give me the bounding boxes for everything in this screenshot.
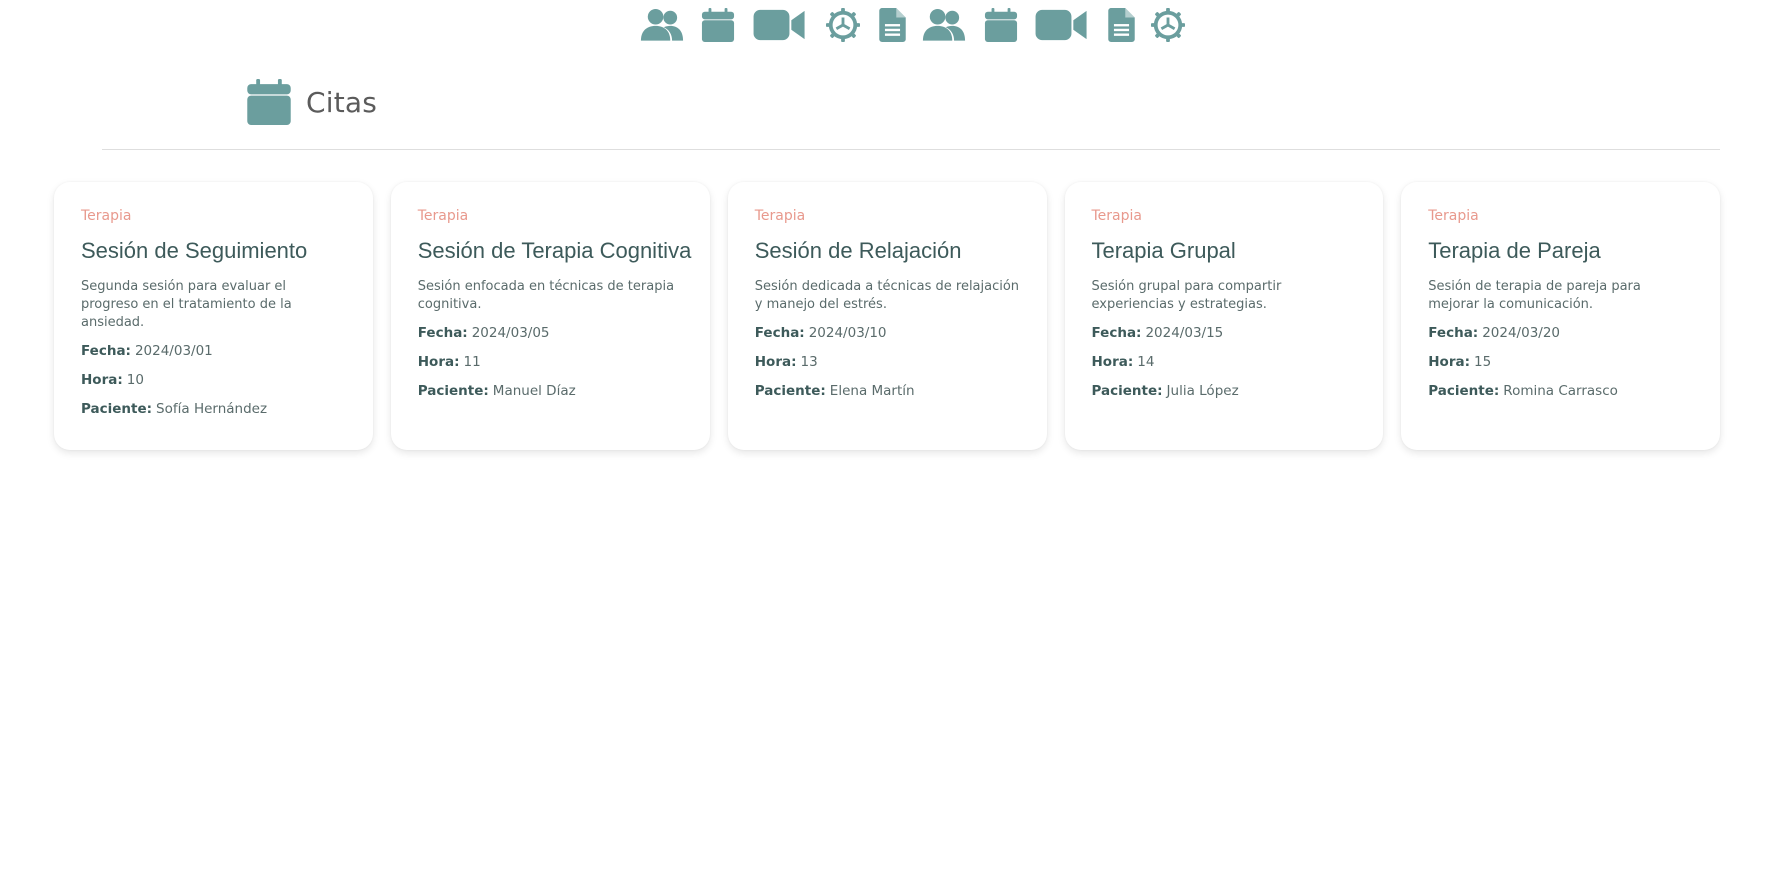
appointment-patient: Paciente: Sofía Hernández bbox=[81, 400, 346, 418]
patient-label: Paciente: bbox=[417, 383, 489, 399]
appointment-title: Sesión de Seguimiento bbox=[81, 238, 308, 263]
gear-icon[interactable] bbox=[1151, 5, 1185, 45]
appointment-card[interactable]: Terapia Terapia Grupal Sesión grupal par… bbox=[1064, 182, 1384, 450]
date-value: 2024/03/20 bbox=[1482, 325, 1561, 341]
time-value: 15 bbox=[1474, 354, 1492, 370]
appointment-card[interactable]: Terapia Sesión de Terapia Cognitiva Sesi… bbox=[390, 182, 710, 450]
calendar-icon[interactable] bbox=[701, 5, 735, 45]
appointment-patient: Paciente: Manuel Díaz bbox=[418, 382, 683, 400]
patient-label: Paciente: bbox=[754, 383, 826, 399]
time-label: Hora: bbox=[754, 354, 797, 370]
patient-value: Manuel Díaz bbox=[492, 383, 576, 399]
appointment-date: Fecha: 2024/03/01 bbox=[81, 342, 346, 360]
date-label: Fecha: bbox=[1428, 325, 1479, 341]
appointment-description: Sesión de terapia de pareja para mejorar… bbox=[1428, 279, 1641, 312]
appointment-category: Terapia bbox=[1091, 208, 1142, 224]
appointment-category: Terapia bbox=[754, 208, 806, 224]
patient-value: Elena Martín bbox=[829, 383, 915, 399]
appointment-card[interactable]: Terapia Terapia de Pareja Sesión de tera… bbox=[1401, 182, 1720, 450]
appointment-date: Fecha: 2024/03/20 bbox=[1428, 324, 1693, 342]
header-divider bbox=[102, 149, 1720, 150]
appointments-list: Terapia Sesión de Seguimiento Segunda se… bbox=[54, 182, 1720, 450]
page-header: Citas bbox=[246, 78, 377, 126]
time-value: 13 bbox=[800, 354, 818, 370]
appointment-time: Hora: 11 bbox=[418, 353, 683, 371]
date-value: 2024/03/15 bbox=[1145, 325, 1224, 341]
appointment-time: Hora: 10 bbox=[81, 371, 346, 389]
time-value: 11 bbox=[463, 354, 481, 370]
patient-label: Paciente: bbox=[1428, 383, 1500, 399]
appointment-date: Fecha: 2024/03/10 bbox=[755, 324, 1020, 342]
date-value: 2024/03/10 bbox=[808, 325, 887, 341]
patient-value: Julia López bbox=[1166, 383, 1239, 399]
appointment-title: Terapia Grupal bbox=[1091, 238, 1236, 263]
calendar-icon[interactable] bbox=[984, 5, 1018, 45]
appointment-description: Sesión dedicada a técnicas de relajación… bbox=[754, 279, 1020, 312]
date-value: 2024/03/05 bbox=[471, 325, 550, 341]
appointment-time: Hora: 13 bbox=[755, 353, 1020, 371]
time-value: 14 bbox=[1137, 354, 1155, 370]
users-icon[interactable] bbox=[922, 5, 966, 45]
patient-value: Romina Carrasco bbox=[1503, 383, 1618, 399]
appointment-title: Sesión de Relajación bbox=[754, 238, 962, 263]
appointment-title: Sesión de Terapia Cognitiva bbox=[417, 238, 692, 263]
appointment-card[interactable]: Terapia Sesión de Seguimiento Segunda se… bbox=[54, 182, 373, 450]
time-value: 10 bbox=[126, 372, 144, 388]
patient-value: Sofía Hernández bbox=[156, 401, 268, 417]
appointment-time: Hora: 14 bbox=[1092, 353, 1357, 371]
appointment-category: Terapia bbox=[81, 208, 132, 224]
document-icon[interactable] bbox=[879, 5, 906, 45]
patient-label: Paciente: bbox=[1091, 383, 1163, 399]
date-label: Fecha: bbox=[754, 325, 805, 341]
gear-icon[interactable] bbox=[826, 5, 860, 45]
appointment-description: Sesión grupal para compartir experiencia… bbox=[1091, 279, 1282, 312]
top-nav bbox=[0, 5, 1784, 45]
time-label: Hora: bbox=[1091, 354, 1134, 370]
appointment-description: Sesión enfocada en técnicas de terapia c… bbox=[417, 279, 675, 312]
page-title: Citas bbox=[306, 85, 378, 119]
appointment-patient: Paciente: Elena Martín bbox=[755, 382, 1020, 400]
appointment-time: Hora: 15 bbox=[1428, 353, 1693, 371]
time-label: Hora: bbox=[1428, 354, 1470, 370]
calendar-icon bbox=[246, 79, 292, 125]
date-label: Fecha: bbox=[1091, 325, 1142, 341]
date-label: Fecha: bbox=[417, 325, 468, 341]
appointment-category: Terapia bbox=[417, 208, 469, 224]
document-icon[interactable] bbox=[1108, 5, 1135, 45]
patient-label: Paciente: bbox=[81, 401, 153, 417]
video-icon[interactable] bbox=[1035, 5, 1089, 45]
appointment-date: Fecha: 2024/03/15 bbox=[1092, 324, 1357, 342]
video-icon[interactable] bbox=[753, 5, 807, 45]
appointment-description: Segunda sesión para evaluar el progreso … bbox=[81, 279, 292, 330]
appointment-patient: Paciente: Julia López bbox=[1092, 382, 1357, 400]
appointment-card[interactable]: Terapia Sesión de Relajación Sesión dedi… bbox=[727, 182, 1047, 450]
date-value: 2024/03/01 bbox=[134, 343, 213, 359]
appointment-title: Terapia de Pareja bbox=[1428, 238, 1601, 263]
time-label: Hora: bbox=[81, 372, 123, 388]
appointment-patient: Paciente: Romina Carrasco bbox=[1428, 382, 1693, 400]
date-label: Fecha: bbox=[81, 343, 131, 359]
appointment-date: Fecha: 2024/03/05 bbox=[418, 324, 683, 342]
time-label: Hora: bbox=[417, 354, 460, 370]
appointment-category: Terapia bbox=[1428, 208, 1479, 224]
users-icon[interactable] bbox=[640, 5, 684, 45]
